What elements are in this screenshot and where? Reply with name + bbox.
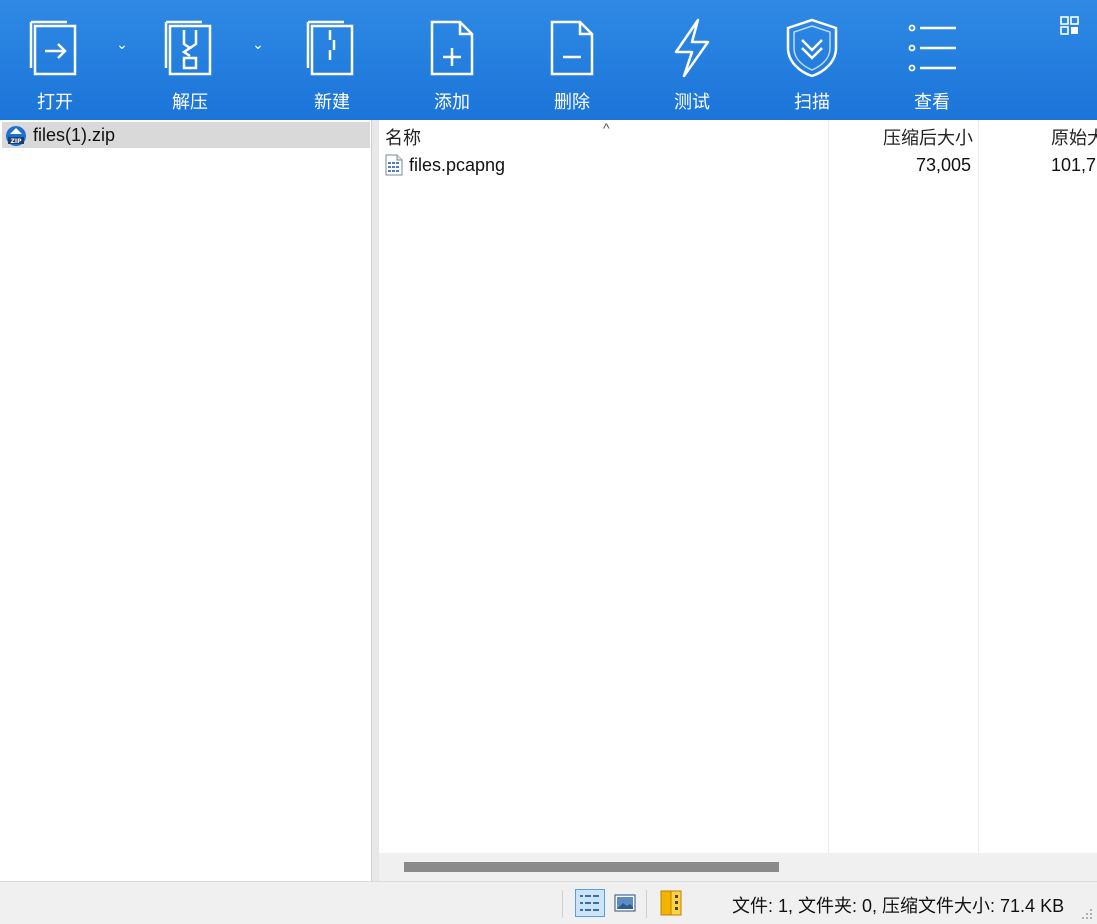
toolbar: 打开 ⌄ 解压 ⌄ 新建 添加 删除 测试 扫描 查看 <box>0 0 1097 120</box>
tree-item-archive[interactable]: ZIP files(1).zip <box>2 122 370 148</box>
extract-label: 解压 <box>172 92 208 112</box>
delete-file-icon <box>550 20 594 76</box>
file-compressed-size: 73,005 <box>915 155 971 175</box>
sort-ascending-icon: ^ <box>603 120 610 136</box>
horizontal-scrollbar[interactable] <box>379 853 1097 881</box>
extract-icon <box>164 20 212 76</box>
lightning-icon <box>674 18 710 78</box>
column-header-compressed-label: 压缩后大小 <box>883 128 973 148</box>
column-header-compressed[interactable]: 压缩后大小 <box>831 124 973 150</box>
layout-grid-icon[interactable] <box>1060 16 1080 36</box>
test-button[interactable]: 测试 <box>642 0 742 120</box>
tree-item-label: files(1).zip <box>33 125 116 145</box>
open-icon <box>29 20 77 76</box>
column-header-original-label: 原始大 <box>1051 128 1097 148</box>
delete-button[interactable]: 删除 <box>522 0 622 120</box>
add-button[interactable]: 添加 <box>402 0 502 120</box>
test-label: 测试 <box>674 92 710 112</box>
status-bar: 文件: 1, 文件夹: 0, 压缩文件大小: 71.4 KB <box>0 881 1097 924</box>
new-label: 新建 <box>314 92 350 112</box>
delete-label: 删除 <box>554 92 590 112</box>
open-dropdown-chevron-icon[interactable]: ⌄ <box>112 36 132 53</box>
archive-tree-pane: ZIP files(1).zip <box>0 120 371 881</box>
file-name: files.pcapng <box>409 155 506 175</box>
extract-dropdown-chevron-icon[interactable]: ⌄ <box>248 36 268 53</box>
view-button[interactable]: 查看 <box>882 0 982 120</box>
details-view-icon[interactable] <box>575 889 605 917</box>
open-button[interactable]: 打开 <box>5 0 105 120</box>
column-header-original[interactable]: 原始大 <box>1051 124 1097 150</box>
status-text: 文件: 1, 文件夹: 0, 压缩文件大小: 71.4 KB <box>732 896 1065 916</box>
list-view-icon <box>908 24 956 72</box>
new-archive-icon <box>306 20 354 76</box>
svg-text:ZIP: ZIP <box>11 138 23 145</box>
file-list: 名称 ^ 压缩后大小 原始大 files.pcapng 73,005 101,7 <box>379 120 1097 881</box>
file-original-size: 101,7 <box>1051 155 1097 175</box>
shield-icon <box>786 18 838 78</box>
column-divider[interactable] <box>828 120 829 853</box>
status-divider <box>646 890 647 918</box>
file-icon <box>385 154 403 176</box>
view-label: 查看 <box>914 92 950 112</box>
extract-button[interactable]: 解压 <box>140 0 240 120</box>
scrollbar-thumb[interactable] <box>404 862 779 872</box>
zip-archive-icon: ZIP <box>6 126 26 146</box>
add-label: 添加 <box>434 92 470 112</box>
status-divider <box>562 890 563 918</box>
add-file-icon <box>430 20 474 76</box>
scan-button[interactable]: 扫描 <box>762 0 862 120</box>
resize-grip-icon[interactable] <box>1079 906 1093 920</box>
column-divider[interactable] <box>978 120 979 853</box>
column-header-name[interactable]: 名称 ^ <box>385 120 825 150</box>
open-label: 打开 <box>37 92 73 112</box>
scan-label: 扫描 <box>794 92 830 112</box>
column-header-name-label: 名称 <box>385 128 421 148</box>
archive-info-icon[interactable] <box>659 890 683 916</box>
thumbnail-view-icon[interactable] <box>614 893 636 913</box>
table-row[interactable]: files.pcapng 73,005 101,7 <box>379 152 1097 180</box>
new-button[interactable]: 新建 <box>282 0 382 120</box>
